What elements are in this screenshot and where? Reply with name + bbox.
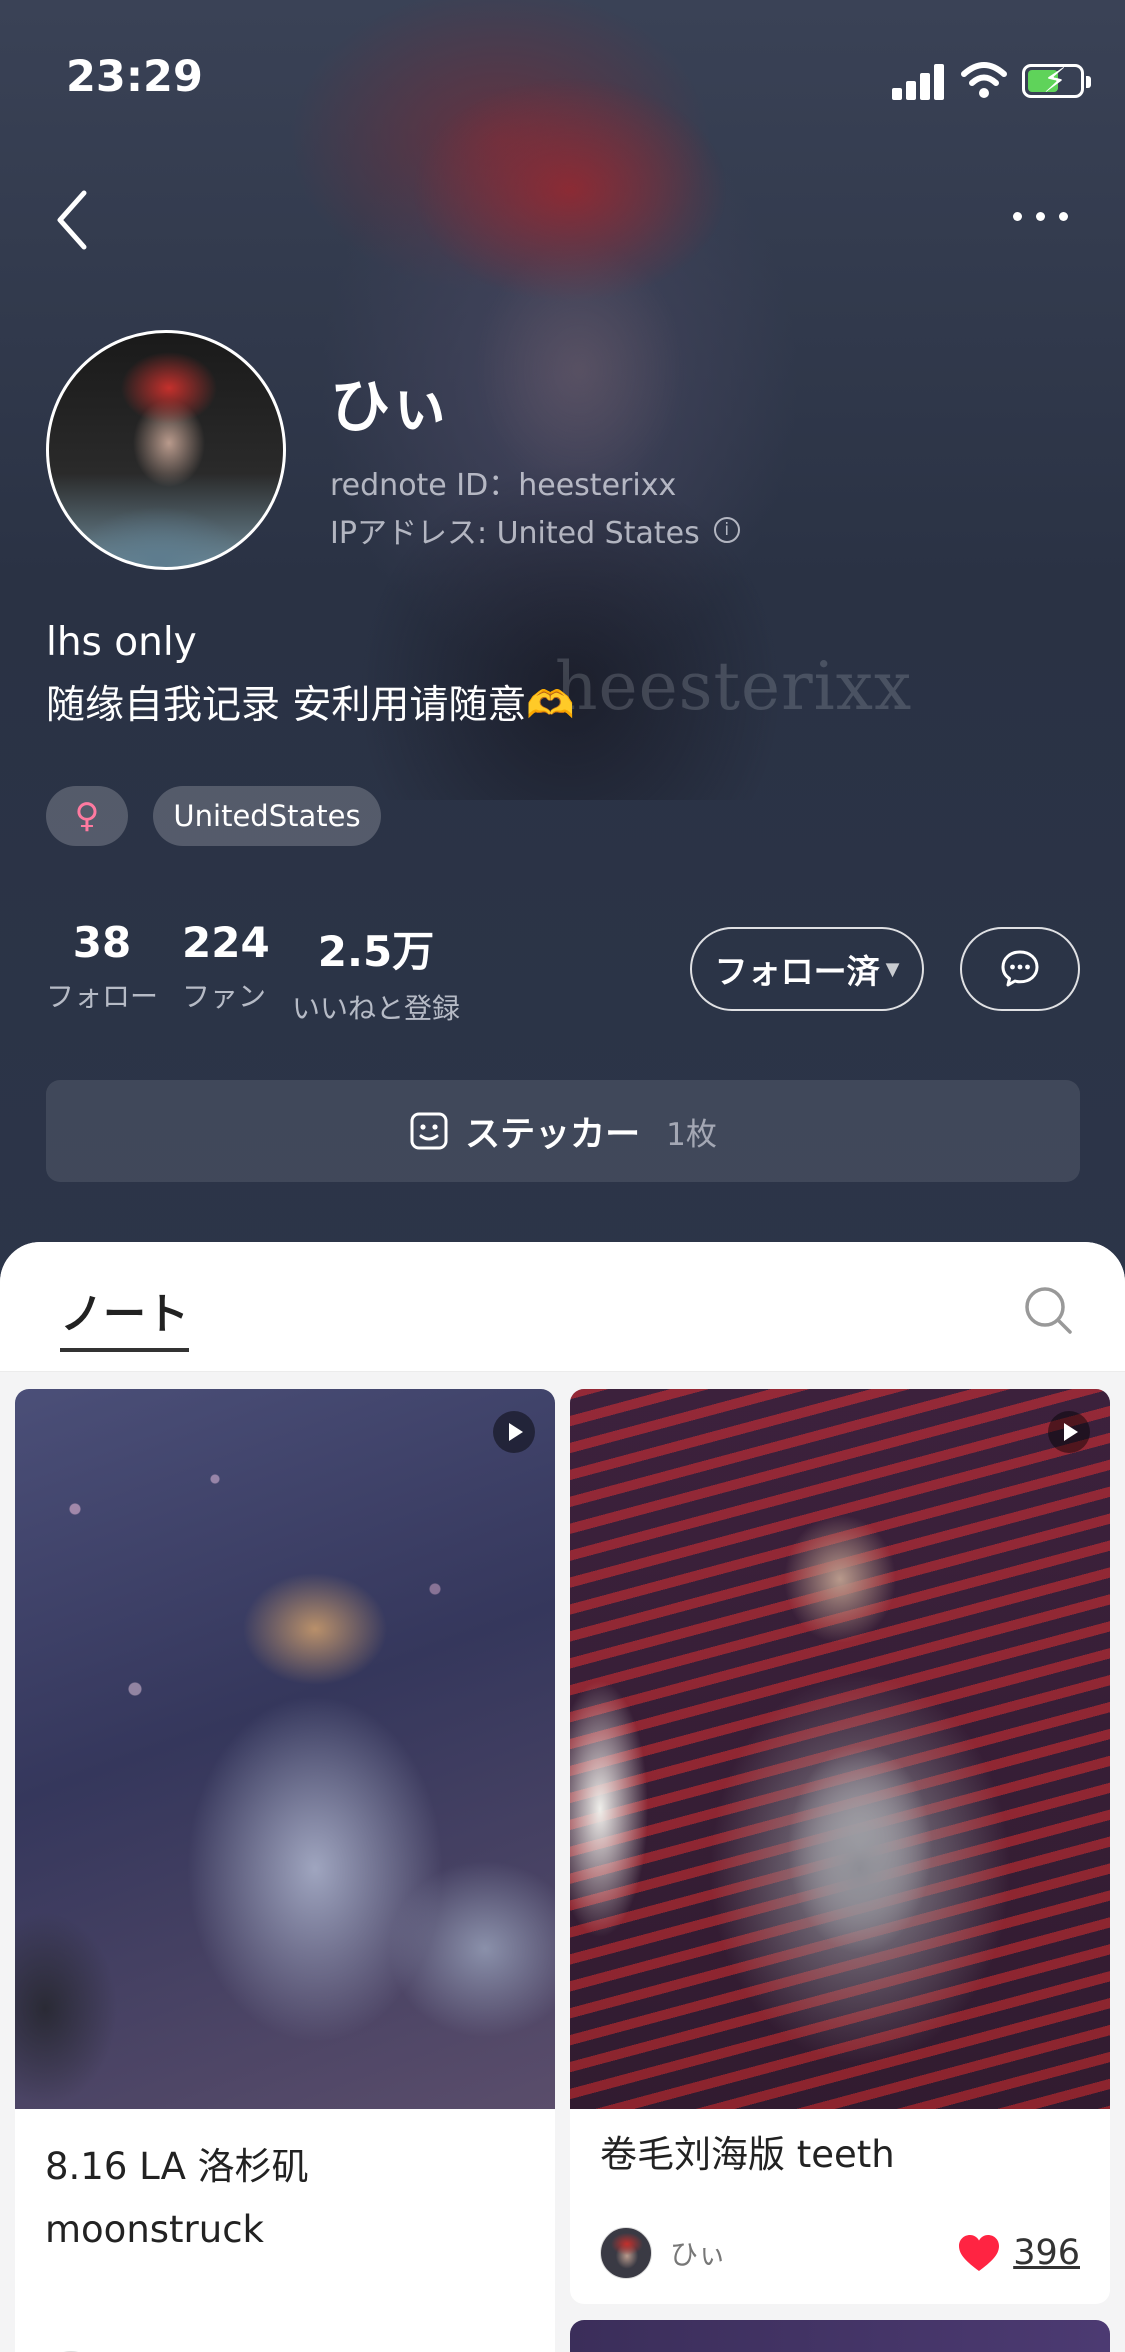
bio-line-1: lhs only bbox=[46, 620, 197, 665]
author-avatar[interactable] bbox=[600, 2227, 652, 2279]
play-icon bbox=[493, 1411, 535, 1453]
search-icon[interactable] bbox=[1020, 1282, 1076, 1338]
note-cover-image[interactable] bbox=[15, 1389, 555, 2109]
bio-line-2: 随缘自我记录 安利用请随意🫶 bbox=[46, 683, 575, 728]
note-card[interactable]: 8.16 LA 洛杉矶 moonstruck ひぃ 115 bbox=[15, 1389, 555, 2352]
wifi-icon bbox=[961, 62, 1007, 98]
chevron-down-icon: ▼ bbox=[885, 958, 900, 980]
profile-header: heesterixx 23:29 ⚡ ひぃ rednote ID：heester… bbox=[0, 0, 1125, 1300]
note-title: 8.16 LA 洛杉矶 moonstruck bbox=[45, 2145, 309, 2251]
tab-bar: ノート bbox=[0, 1242, 1125, 1372]
stat-fans-value: 224 bbox=[182, 918, 270, 967]
like-count: 396 bbox=[1013, 2233, 1080, 2273]
stat-fans-label: ファン bbox=[182, 980, 267, 1013]
username: ひぃ bbox=[330, 372, 450, 442]
note-meta: ひぃ 396 bbox=[600, 2225, 1080, 2281]
sticker-bar[interactable]: ステッカー 1枚 bbox=[46, 1080, 1080, 1182]
status-bar: 23:29 ⚡ bbox=[0, 0, 1125, 150]
sticker-icon bbox=[410, 1112, 448, 1150]
stat-likes[interactable]: 2.5万 いいねと登録 bbox=[292, 918, 460, 1027]
note-cover-image[interactable] bbox=[570, 1389, 1110, 2109]
sticker-count: 1枚 bbox=[666, 1116, 717, 1153]
message-button[interactable] bbox=[960, 927, 1080, 1011]
following-button-label: フォロー済 bbox=[714, 952, 880, 991]
stat-likes-value: 2.5万 bbox=[317, 927, 435, 976]
ip-location-text: IPアドレス: United States bbox=[330, 516, 700, 551]
chat-icon bbox=[1001, 950, 1039, 987]
author-name[interactable]: ひぃ bbox=[670, 2233, 957, 2273]
note-title: 卷毛刘海版 teeth bbox=[600, 2133, 895, 2176]
gender-tag: ♀ bbox=[46, 786, 128, 846]
more-icon[interactable] bbox=[1000, 196, 1080, 236]
following-button[interactable]: フォロー済 ▼ bbox=[690, 927, 924, 1011]
note-card-peek[interactable] bbox=[570, 2320, 1110, 2352]
ip-location: IPアドレス: United States i bbox=[330, 508, 740, 552]
status-time: 23:29 bbox=[66, 52, 203, 102]
user-id[interactable]: rednote ID：heesterixx bbox=[330, 460, 676, 504]
tab-notes[interactable]: ノート bbox=[60, 1280, 189, 1352]
background-watermark: heesterixx bbox=[555, 648, 913, 725]
stat-likes-label: いいねと登録 bbox=[292, 992, 461, 1025]
heart-icon[interactable] bbox=[957, 2233, 1001, 2273]
play-icon bbox=[1048, 1411, 1090, 1453]
location-tag: UnitedStates bbox=[153, 786, 381, 846]
notes-panel: ノート 8.16 LA 洛杉矶 moonstruck ひぃ 115 卷毛刘海版 … bbox=[0, 1242, 1125, 2352]
signal-icon bbox=[892, 64, 946, 100]
info-icon[interactable]: i bbox=[713, 517, 740, 543]
stat-following-label: フォロー bbox=[46, 980, 159, 1013]
avatar[interactable] bbox=[46, 330, 286, 570]
stat-following[interactable]: 38 フォロー bbox=[46, 918, 158, 1015]
battery-icon: ⚡ bbox=[1022, 61, 1091, 101]
stat-fans[interactable]: 224 ファン bbox=[182, 918, 270, 1015]
sticker-label: ステッカー bbox=[465, 1114, 641, 1155]
note-card[interactable]: 卷毛刘海版 teeth ひぃ 396 bbox=[570, 1389, 1110, 2304]
stat-following-value: 38 bbox=[72, 918, 132, 967]
back-icon[interactable] bbox=[48, 185, 108, 255]
